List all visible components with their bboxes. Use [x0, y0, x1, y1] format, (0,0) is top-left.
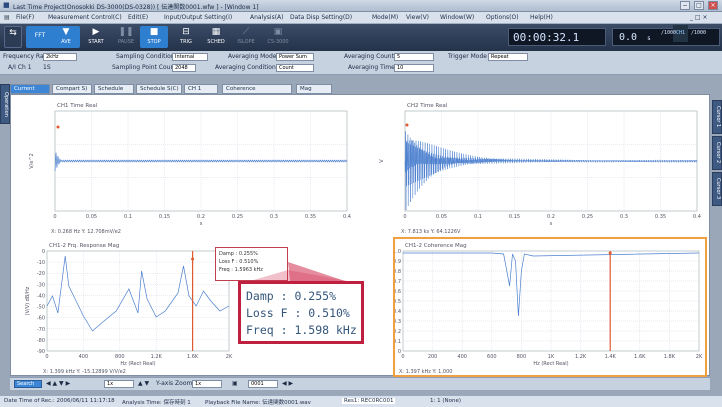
zoom-select[interactable]: 1x [192, 380, 222, 388]
search-button[interactable]: Search [14, 380, 42, 388]
loss-callout: Loss F : 0.510% [246, 306, 350, 320]
status-misc: 1: 1 (None) [430, 398, 461, 404]
status-bar: Date Time of Rec.: 2006/06/11 11:17:18 A… [0, 395, 722, 407]
frame-arrows[interactable]: ◀ ▶ [282, 380, 293, 387]
freq-callout: Freq : 1.598 kHz [246, 323, 357, 337]
zoom-label: Y-axis Zoom [156, 380, 193, 387]
damping-readout-callout: Damp : 0.255% Loss F : 0.510% Freq : 1.5… [238, 281, 364, 344]
bottom-controls: Search ◀ ▲ ▼ ▶ 1x ▲ ▼ Y-axis Zoom 1x ▣ 0… [10, 377, 710, 390]
display-count-select[interactable]: 1x [104, 380, 134, 388]
status-playback: Playback File Name: 伝達関数0001.wav [205, 400, 311, 406]
zoom-arrows[interactable]: ▲ ▼ [138, 380, 149, 387]
frame-icon: ▣ [232, 380, 238, 387]
status-analysis: Analysis Time: 保存時刻 1 [122, 400, 191, 406]
status-file[interactable]: Res1: REC0RC001 [342, 398, 396, 404]
damp-callout: Damp : 0.255% [246, 289, 337, 303]
nav-arrows[interactable]: ◀ ▲ ▼ ▶ [46, 380, 70, 387]
frame-input[interactable]: 0001 [248, 380, 278, 388]
status-date: Date Time of Rec.: 2006/06/11 11:17:18 [4, 398, 115, 404]
callout-connector [240, 262, 364, 286]
